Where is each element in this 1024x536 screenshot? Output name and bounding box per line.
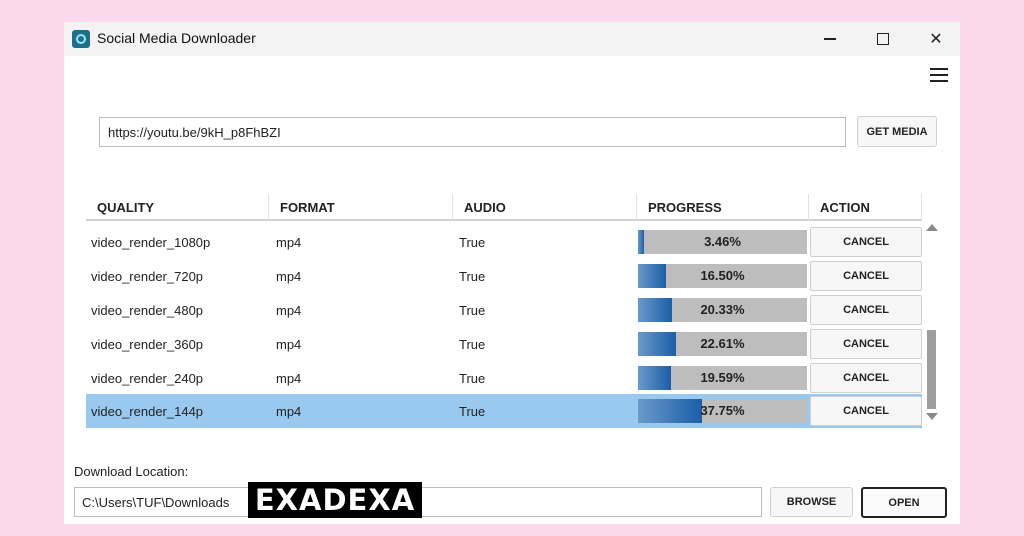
minimize-button[interactable] bbox=[804, 22, 856, 56]
maximize-icon bbox=[877, 33, 889, 45]
url-input[interactable] bbox=[99, 117, 846, 147]
format-cell: mp4 bbox=[276, 371, 302, 386]
progress-label: 37.75% bbox=[700, 403, 745, 418]
format-cell: mp4 bbox=[276, 269, 302, 284]
format-cell: mp4 bbox=[276, 337, 302, 352]
table-row[interactable]: video_render_360p mp4 True 22.61% CANCEL bbox=[86, 327, 922, 361]
progress-label: 19.59% bbox=[700, 370, 745, 385]
audio-cell: True bbox=[459, 337, 486, 352]
cancel-button[interactable]: CANCEL bbox=[810, 261, 922, 291]
table-row[interactable]: video_render_240p mp4 True 19.59% CANCEL bbox=[86, 361, 922, 395]
hamburger-menu-icon[interactable] bbox=[930, 68, 948, 82]
progress-bar: 19.59% bbox=[638, 366, 807, 390]
cancel-button[interactable]: CANCEL bbox=[810, 227, 922, 257]
open-button[interactable]: OPEN bbox=[861, 487, 947, 518]
audio-cell: True bbox=[459, 303, 486, 318]
audio-cell: True bbox=[459, 235, 486, 250]
quality-cell: video_render_360p bbox=[91, 337, 204, 352]
progress-bar: 37.75% bbox=[638, 399, 807, 423]
scroll-up-icon[interactable] bbox=[926, 224, 938, 231]
table-row[interactable]: video_render_720p mp4 True 16.50% CANCEL bbox=[86, 259, 922, 293]
column-header-format[interactable]: FORMAT bbox=[269, 194, 453, 221]
quality-cell: video_render_144p bbox=[91, 404, 204, 419]
progress-bar: 20.33% bbox=[638, 298, 807, 322]
quality-cell: video_render_240p bbox=[91, 371, 204, 386]
audio-cell: True bbox=[459, 269, 486, 284]
close-button[interactable]: ✕ bbox=[910, 22, 962, 56]
table-scrollbar[interactable] bbox=[925, 223, 940, 428]
progress-bar: 22.61% bbox=[638, 332, 807, 356]
maximize-button[interactable] bbox=[857, 22, 909, 56]
progress-bar: 3.46% bbox=[638, 230, 807, 254]
media-table: QUALITY FORMAT AUDIO PROGRESS ACTION vid… bbox=[86, 194, 940, 428]
progress-bar: 16.50% bbox=[638, 264, 807, 288]
progress-label: 22.61% bbox=[700, 336, 745, 351]
window-title: Social Media Downloader bbox=[97, 30, 256, 46]
column-header-quality[interactable]: QUALITY bbox=[86, 194, 269, 221]
quality-cell: video_render_480p bbox=[91, 303, 204, 318]
minimize-icon bbox=[824, 38, 836, 40]
watermark-logo: EXADEXA bbox=[248, 482, 422, 518]
close-icon: ✕ bbox=[929, 31, 943, 48]
format-cell: mp4 bbox=[276, 303, 302, 318]
title-bar: Social Media Downloader ✕ bbox=[64, 22, 960, 56]
app-window: Social Media Downloader ✕ GET MEDIA QUAL… bbox=[64, 22, 960, 524]
app-logo-icon bbox=[72, 30, 90, 48]
column-header-action[interactable]: ACTION bbox=[809, 194, 922, 221]
format-cell: mp4 bbox=[276, 235, 302, 250]
progress-label: 16.50% bbox=[700, 268, 745, 283]
audio-cell: True bbox=[459, 404, 486, 419]
table-row-selected[interactable]: video_render_144p mp4 True 37.75% CANCEL bbox=[86, 394, 922, 428]
audio-cell: True bbox=[459, 371, 486, 386]
browse-button[interactable]: BROWSE bbox=[770, 487, 853, 517]
progress-label: 20.33% bbox=[700, 302, 745, 317]
format-cell: mp4 bbox=[276, 404, 302, 419]
quality-cell: video_render_720p bbox=[91, 269, 204, 284]
column-header-audio[interactable]: AUDIO bbox=[453, 194, 637, 221]
get-media-button[interactable]: GET MEDIA bbox=[857, 116, 937, 147]
quality-cell: video_render_1080p bbox=[91, 235, 211, 250]
table-row[interactable]: video_render_1080p mp4 True 3.46% CANCEL bbox=[86, 225, 922, 259]
scrollbar-thumb[interactable] bbox=[927, 330, 936, 409]
progress-label: 3.46% bbox=[704, 234, 741, 249]
cancel-button[interactable]: CANCEL bbox=[810, 295, 922, 325]
scroll-down-icon[interactable] bbox=[926, 413, 938, 420]
cancel-button[interactable]: CANCEL bbox=[810, 329, 922, 359]
table-header: QUALITY FORMAT AUDIO PROGRESS ACTION bbox=[86, 194, 922, 221]
cancel-button[interactable]: CANCEL bbox=[810, 396, 922, 426]
watermark-text: EXADEXA bbox=[254, 483, 416, 517]
cancel-button[interactable]: CANCEL bbox=[810, 363, 922, 393]
download-location-label: Download Location: bbox=[74, 464, 189, 479]
column-header-progress[interactable]: PROGRESS bbox=[637, 194, 809, 221]
table-row[interactable]: video_render_480p mp4 True 20.33% CANCEL bbox=[86, 293, 922, 327]
